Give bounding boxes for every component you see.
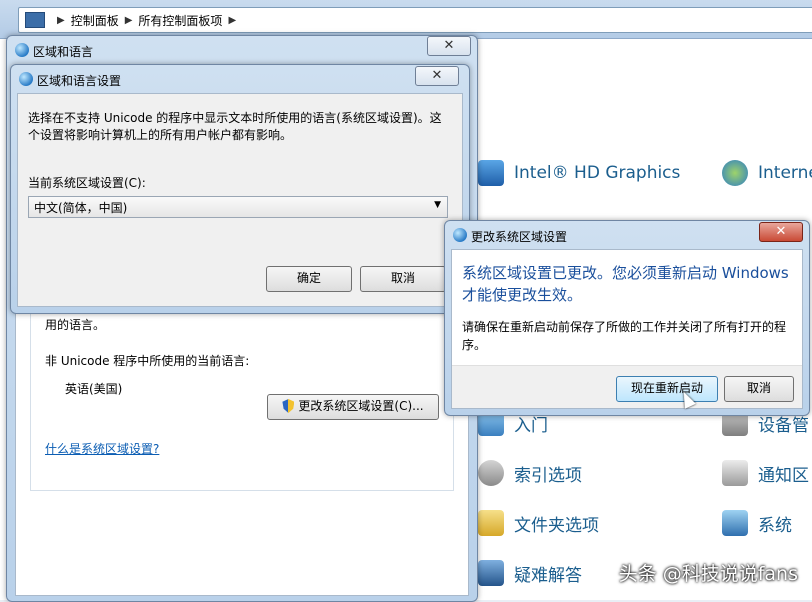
globe-icon — [19, 72, 33, 86]
cp-item-internet-options[interactable]: Interne — [722, 160, 812, 186]
system-icon — [722, 510, 748, 536]
cancel-button[interactable]: 取消 — [724, 376, 794, 402]
restart-headline: 系统区域设置已更改。您必须重新启动 Windows 才能使更改生效。 — [462, 264, 789, 304]
chevron-down-icon: ▼ — [434, 200, 441, 210]
internet-options-icon — [722, 160, 748, 186]
shield-icon — [282, 399, 295, 413]
cp-item-system[interactable]: 系统 — [722, 510, 792, 536]
control-panel-titlebar: ▶ 控制面板 ▶ 所有控制面板项 ▶ — [0, 0, 812, 39]
restart-dialog: 更改系统区域设置 ✕ 系统区域设置已更改。您必须重新启动 Windows 才能使… — [444, 220, 810, 416]
dialog-content: 选择在不支持 Unicode 的程序中显示文本时所使用的语言(系统区域设置)。这… — [17, 93, 463, 307]
dialog-title: 区域和语言设置 — [37, 74, 122, 88]
current-locale-label: 当前系统区域设置(C): — [28, 176, 146, 190]
address-bar[interactable]: ▶ 控制面板 ▶ 所有控制面板项 ▶ — [18, 7, 812, 33]
close-button[interactable]: ✕ — [415, 66, 459, 86]
system-locale-select[interactable]: 中文(简体，中国) ▼ — [28, 196, 448, 218]
change-system-locale-button[interactable]: 更改系统区域设置(C)... — [267, 394, 439, 420]
indexing-options-icon — [478, 460, 504, 486]
locale-settings-dialog: 区域和语言设置 ✕ 选择在不支持 Unicode 的程序中显示文本时所使用的语言… — [10, 64, 470, 314]
dialog-title: 更改系统区域设置 — [471, 230, 568, 244]
behind-text: 用的语言。 — [45, 318, 106, 332]
non-unicode-label: 非 Unicode 程序中所使用的当前语言: — [45, 354, 250, 368]
selected-locale-value: 中文(简体，中国) — [34, 201, 128, 215]
restart-now-button[interactable]: 现在重新启动 — [616, 376, 718, 402]
chevron-right-icon: ▶ — [57, 14, 65, 26]
cancel-button[interactable]: 取消 — [360, 266, 446, 292]
breadcrumb-all-items[interactable]: 所有控制面板项 — [138, 12, 222, 29]
chevron-right-icon: ▶ — [228, 14, 237, 26]
breadcrumb-control-panel[interactable]: 控制面板 — [71, 12, 119, 29]
chevron-right-icon: ▶ — [124, 14, 133, 26]
cp-item-troubleshooting[interactable]: 疑难解答 — [478, 560, 582, 586]
globe-icon — [15, 43, 29, 57]
restart-body: 请确保在重新启动前保存了所做的工作并关闭了所有打开的程序。 — [462, 320, 787, 352]
dialog-button-bar: 现在重新启动 取消 — [452, 365, 802, 408]
intel-graphics-icon — [478, 160, 504, 186]
close-button[interactable]: ✕ — [427, 36, 471, 56]
what-is-system-locale-link[interactable]: 什么是系统区域设置? — [45, 440, 159, 457]
folder-options-icon — [478, 510, 504, 536]
dialog-content: 系统区域设置已更改。您必须重新启动 Windows 才能使更改生效。 请确保在重… — [451, 249, 803, 409]
cp-item-notification-area[interactable]: 通知区 — [722, 460, 809, 486]
cp-item-intel-graphics[interactable]: Intel® HD Graphics — [478, 160, 680, 186]
troubleshooting-icon — [478, 560, 504, 586]
watermark: 头条 @科技说说fans — [618, 563, 798, 585]
notification-area-icon — [722, 460, 748, 486]
locale-description: 选择在不支持 Unicode 的程序中显示文本时所使用的语言(系统区域设置)。这… — [28, 111, 442, 142]
ok-button[interactable]: 确定 — [266, 266, 352, 292]
close-button[interactable]: ✕ — [759, 222, 803, 242]
cp-item-folder-options[interactable]: 文件夹选项 — [478, 510, 599, 536]
cp-item-indexing-options[interactable]: 索引选项 — [478, 460, 582, 486]
control-panel-icon — [25, 12, 45, 28]
current-language-value: 英语(美国) — [65, 382, 123, 396]
window-title: 区域和语言 — [33, 45, 94, 59]
globe-icon — [453, 228, 467, 242]
